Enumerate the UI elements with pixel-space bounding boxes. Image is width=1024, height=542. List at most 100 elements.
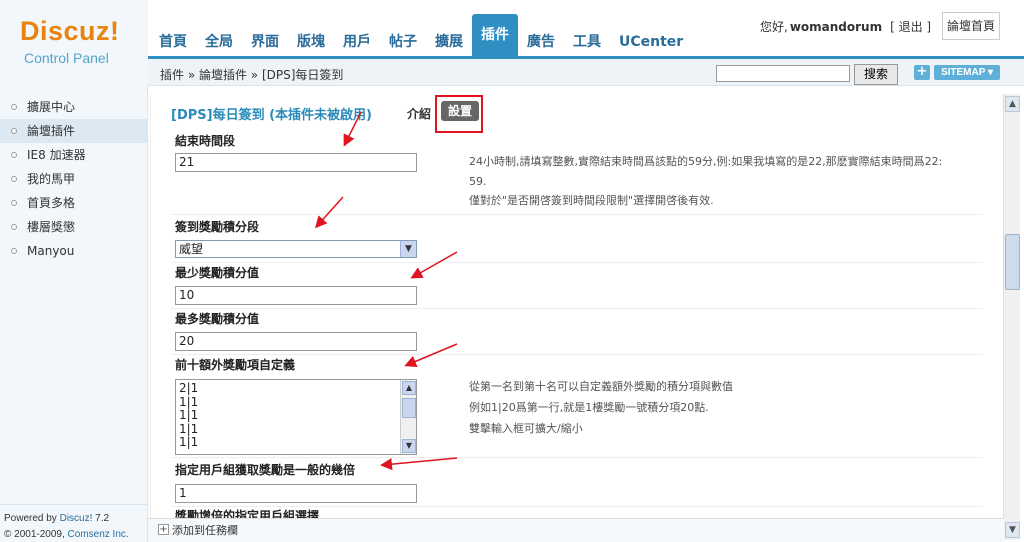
sidebar-item-my-vest[interactable]: 我的馬甲	[0, 167, 147, 191]
plus-icon[interactable]: +	[158, 524, 169, 535]
bullet-icon	[11, 176, 17, 182]
user-info: 您好, womandorum [ 退出 ]	[760, 18, 931, 35]
nav-tab-users[interactable]: 用戶	[334, 28, 380, 56]
sidebar-item-extension-center[interactable]: 擴展中心	[0, 95, 147, 119]
scroll-down-icon[interactable]: ▼	[1005, 522, 1020, 538]
powered-by: Powered by Discuz! 7.2 © 2001-2009, Coms…	[0, 504, 148, 542]
tab-intro[interactable]: 介紹	[407, 105, 431, 122]
scroll-thumb[interactable]	[402, 398, 416, 418]
nav-tab-ads[interactable]: 廣告	[518, 28, 564, 56]
field-label-top-ten-custom: 前十額外獎勵項自定義	[175, 358, 296, 372]
textarea-line: 1|1	[179, 394, 199, 409]
page-title: [DPS]每日簽到 (本插件未被啟用)	[171, 108, 372, 123]
admin-panel: 首頁 全局 界面 版塊 用戶 帖子 擴展 插件 廣告 工具 UCenter 您好…	[0, 0, 1024, 542]
nav-tab-home[interactable]: 首頁	[150, 28, 196, 56]
end-time-input[interactable]: 21	[175, 153, 417, 172]
min-reward-input[interactable]: 10	[175, 286, 417, 305]
sidebar-item-label: 論壇插件	[27, 124, 76, 138]
bullet-icon	[11, 128, 17, 134]
bullet-icon	[11, 104, 17, 110]
reward-credit-select[interactable]: 威望 ▼	[175, 240, 417, 258]
sitemap-button[interactable]: SITEMAP ▾	[934, 65, 1000, 80]
powered-line: Powered by Discuz! 7.2	[4, 511, 144, 527]
group-multiplier-input[interactable]: 1	[175, 484, 417, 503]
logo-subtitle: Control Panel	[24, 50, 109, 66]
bullet-icon	[11, 152, 17, 158]
sidebar-item-label: 我的馬甲	[27, 172, 76, 186]
page-scrollbar[interactable]: ▲ ▼	[1003, 94, 1020, 540]
scroll-down-icon[interactable]: ▼	[402, 439, 416, 453]
sidebar-item-homepage-grid[interactable]: 首頁多格	[0, 191, 147, 215]
sidebar-item-forum-plugins[interactable]: 論壇插件	[0, 119, 147, 143]
scroll-up-icon[interactable]: ▲	[1005, 96, 1020, 112]
top-navigation: 首頁 全局 界面 版塊 用戶 帖子 擴展 插件 廣告 工具 UCenter	[150, 14, 692, 56]
sidebar-item-label: 擴展中心	[27, 100, 76, 114]
description-line: 雙擊輸入框可擴大/縮小	[469, 422, 583, 435]
nav-tab-global[interactable]: 全局	[196, 28, 242, 56]
sidebar-item-floor-reward[interactable]: 樓層獎懲	[0, 215, 147, 239]
logo-brand: Discuz!	[20, 16, 120, 46]
field-label-group-multiplier: 指定用戶組獲取獎勵是一般的幾倍	[175, 463, 356, 477]
comsenz-link[interactable]: Comsenz Inc.	[68, 529, 129, 540]
max-reward-input[interactable]: 20	[175, 332, 417, 351]
description-line: 例如1|20爲第一行,就是1樓獎勵一號積分項20點.	[469, 401, 709, 414]
logout-link[interactable]: [ 退出 ]	[890, 18, 931, 35]
forum-home-button[interactable]: 論壇首頁	[942, 12, 1000, 40]
username: womandorum	[789, 19, 883, 34]
description-line: 59.	[469, 174, 487, 188]
nav-tab-plugins[interactable]: 插件	[472, 14, 518, 56]
plus-icon[interactable]: +	[914, 65, 930, 80]
select-value: 威望	[179, 242, 204, 256]
header: 首頁 全局 界面 版塊 用戶 帖子 擴展 插件 廣告 工具 UCenter 您好…	[0, 0, 1024, 56]
sidebar-item-ie8-accelerator[interactable]: IE8 加速器	[0, 143, 147, 167]
divider	[171, 308, 983, 309]
textarea-line: 2|1	[179, 381, 199, 395]
end-time-description: 24小時制,請填寫整數,實際結束時間爲該點的59分,例:如果我填寫的是22,那麽…	[469, 152, 949, 211]
arrow-reward-credit	[314, 196, 344, 229]
description-line: 僅對於"是否開啓簽到時間段限制"選擇開啓後有效.	[469, 194, 714, 207]
search-button[interactable]: 搜索	[854, 64, 898, 85]
scroll-up-icon[interactable]: ▲	[402, 381, 416, 395]
logo: Discuz! Control Panel	[0, 0, 148, 86]
textarea-line: 1|1	[179, 421, 199, 436]
bullet-icon	[11, 248, 17, 254]
top-ten-description: 從第一名到第十名可以自定義額外獎勵的積分項與數值 例如1|20爲第一行,就是1樓…	[469, 376, 949, 439]
sidebar-item-manyou[interactable]: Manyou	[0, 239, 147, 263]
add-to-taskbar-link[interactable]: 添加到任務欄	[172, 522, 238, 538]
nav-tab-extensions[interactable]: 擴展	[426, 28, 472, 56]
chevron-down-icon[interactable]: ▼	[400, 241, 416, 257]
bullet-icon	[11, 224, 17, 230]
divider	[171, 214, 983, 215]
textarea-scrollbar[interactable]: ▲ ▼	[400, 380, 416, 454]
version-text: 7.2	[95, 513, 110, 524]
sidebar-item-label: IE8 加速器	[27, 148, 86, 162]
top-ten-textarea[interactable]: 2|1 1|1 1|1 1|1 1|1 ▲ ▼	[175, 379, 417, 455]
search-input[interactable]	[716, 65, 850, 82]
divider	[171, 457, 983, 458]
greeting-text: 您好,	[760, 20, 788, 34]
textarea-line: 1|1	[179, 408, 199, 422]
divider	[171, 354, 983, 355]
annotation-highlight-box	[435, 95, 483, 133]
breadcrumb: 插件 » 論壇插件 » [DPS]每日簽到	[160, 68, 344, 82]
sidebar-item-label: 樓層獎懲	[27, 220, 76, 234]
textarea-line: 1|1	[179, 435, 199, 449]
bottom-bar: + 添加到任務欄	[148, 518, 1004, 542]
field-label-max-reward: 最多獎勵積分值	[175, 312, 260, 326]
top-bar: 插件 » 論壇插件 » [DPS]每日簽到 搜索 + SITEMAP ▾	[148, 56, 1024, 86]
nav-tab-interface[interactable]: 界面	[242, 28, 288, 56]
field-label-group-select: 獎勵增倍的指定用戶組選擇	[175, 509, 320, 518]
sidebar: 擴展中心 論壇插件 IE8 加速器 我的馬甲 首頁多格 樓層獎懲 Manyou …	[0, 86, 148, 542]
discuz-link[interactable]: Discuz!	[60, 513, 93, 524]
nav-tab-ucenter[interactable]: UCenter	[610, 28, 692, 56]
nav-tab-posts[interactable]: 帖子	[380, 28, 426, 56]
scroll-thumb[interactable]	[1005, 234, 1020, 290]
nav-tab-tools[interactable]: 工具	[564, 28, 610, 56]
copyright-prefix: © 2001-2009,	[4, 529, 65, 540]
nav-tab-forums[interactable]: 版塊	[288, 28, 334, 56]
field-label-end-time: 結束時間段	[175, 134, 236, 148]
bullet-icon	[11, 200, 17, 206]
main-content: [DPS]每日簽到 (本插件未被啟用) 介紹 設置 結束時間段 21 24小時制…	[150, 94, 1002, 518]
sidebar-item-label: 首頁多格	[27, 196, 76, 210]
divider	[171, 262, 983, 263]
